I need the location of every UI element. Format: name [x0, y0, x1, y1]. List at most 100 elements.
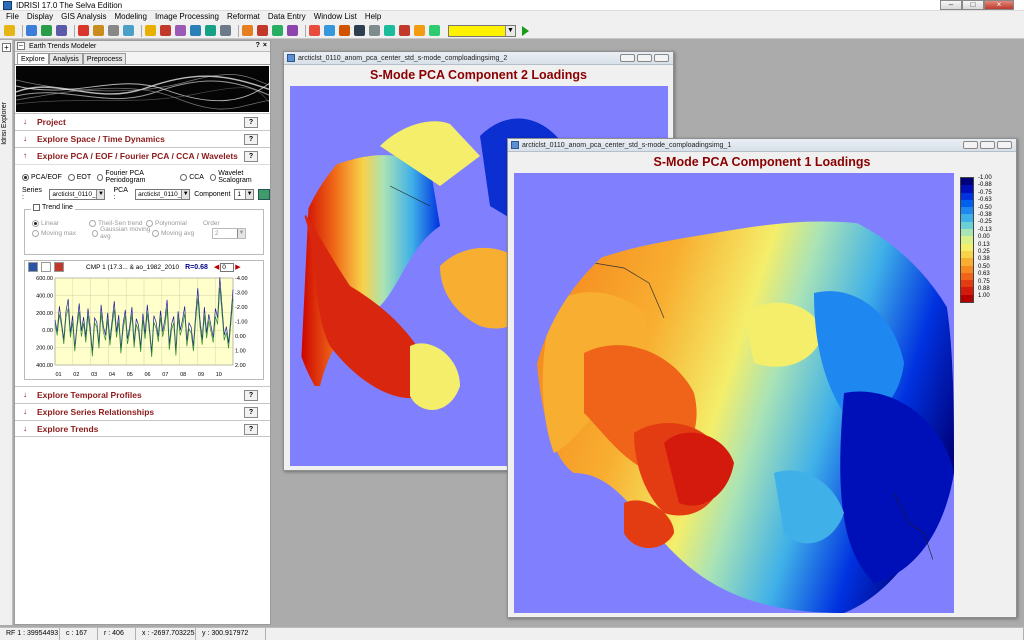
- window-titlebar[interactable]: arcticlst_0110_anom_pca_center_std_s-mod…: [284, 52, 673, 65]
- menu-item-window-list[interactable]: Window List: [310, 11, 361, 23]
- digitize-icon[interactable]: [242, 25, 253, 36]
- radio-wavelet[interactable]: Wavelet Scalogram: [209, 170, 270, 184]
- series-select[interactable]: arcticlst_0110_ano ▼: [49, 188, 106, 200]
- left-arrow-icon[interactable]: ◀: [214, 263, 219, 271]
- section-project[interactable]: ↓ Project ?: [15, 113, 270, 130]
- zoom-in-icon[interactable]: [78, 25, 89, 36]
- minimize-button[interactable]: –: [940, 0, 962, 10]
- navigate-icon[interactable]: [220, 25, 231, 36]
- menu-item-file[interactable]: File: [2, 11, 23, 23]
- overlay-icon[interactable]: [354, 25, 365, 36]
- radio-cca[interactable]: CCA: [180, 173, 204, 181]
- pca-select[interactable]: arcticlst_0110_ano ▼: [135, 188, 191, 200]
- edit-icon[interactable]: [429, 25, 440, 36]
- toolbar-combo[interactable]: ▼: [448, 24, 516, 37]
- tab-explore[interactable]: Explore: [17, 53, 49, 64]
- radio-eot[interactable]: EOT: [67, 173, 91, 181]
- radio-polynomial[interactable]: Polynomial: [146, 219, 203, 227]
- chart-caption: CMP 1 (17.3... & ao_1982_2010: [86, 263, 180, 271]
- run-play-icon[interactable]: [522, 25, 529, 36]
- menu-item-display[interactable]: Display: [23, 11, 57, 23]
- radio-pca-eof[interactable]: PCA/EOF: [22, 173, 62, 181]
- measure-icon[interactable]: [190, 25, 201, 36]
- reclass-icon[interactable]: [339, 25, 350, 36]
- display-icon[interactable]: [26, 25, 37, 36]
- zoom-window-icon[interactable]: [108, 25, 119, 36]
- etm-help-button[interactable]: ?: [256, 42, 260, 49]
- section-series-relationships[interactable]: ↓ Explore Series Relationships ?: [15, 403, 270, 420]
- stretch-icon[interactable]: [324, 25, 335, 36]
- run-icon[interactable]: [258, 188, 270, 200]
- y-right-tick-label: 2.00: [235, 363, 246, 369]
- pan-icon[interactable]: [123, 25, 134, 36]
- idrisi-explorer-tab[interactable]: Idrisi Explorer: [1, 102, 8, 145]
- table-icon[interactable]: [369, 25, 380, 36]
- window-titlebar[interactable]: arcticlst_0110_anom_pca_center_std_s-mod…: [508, 139, 1016, 152]
- radio-fourier-pca[interactable]: Fourier PCA Periodogram: [97, 170, 174, 184]
- radio-moving-max[interactable]: Moving max: [32, 229, 92, 237]
- trend-line-checkbox[interactable]: [33, 204, 40, 211]
- order-select[interactable]: 2 ▼: [212, 227, 246, 239]
- gps-icon[interactable]: [287, 25, 298, 36]
- layer-icon[interactable]: [145, 25, 156, 36]
- save-digitized-icon[interactable]: [272, 25, 283, 36]
- save-chart-icon[interactable]: [28, 262, 38, 272]
- tab-preprocess[interactable]: Preprocess: [82, 53, 127, 64]
- section-temporal[interactable]: ↓ Explore Temporal Profiles ?: [15, 386, 270, 403]
- radio-gaussian[interactable]: Gaussian moving avg: [92, 226, 152, 240]
- close-button[interactable]: [997, 141, 1012, 149]
- chevron-down-icon[interactable]: ▼: [505, 25, 515, 36]
- group-link-icon[interactable]: [175, 25, 186, 36]
- open-icon[interactable]: [4, 25, 15, 36]
- radio-moving-avg[interactable]: Moving avg: [152, 229, 212, 237]
- expand-plus-icon[interactable]: +: [2, 43, 11, 52]
- etm-close-button[interactable]: ×: [263, 42, 267, 49]
- menu-item-modeling[interactable]: Modeling: [110, 11, 150, 23]
- x-tick-label: 09: [198, 372, 204, 378]
- symbol-workshop-icon[interactable]: [56, 25, 67, 36]
- section-pca[interactable]: ↑ Explore PCA / EOF / Fourier PCA / CCA …: [15, 147, 270, 164]
- feature-properties-icon[interactable]: [160, 25, 171, 36]
- macro-icon[interactable]: [414, 25, 425, 36]
- help-button[interactable]: ?: [244, 407, 258, 418]
- maximize-button[interactable]: □: [962, 0, 984, 10]
- close-button[interactable]: [654, 54, 669, 62]
- section-trends[interactable]: ↓ Explore Trends ?: [15, 420, 270, 437]
- help-button[interactable]: ?: [244, 390, 258, 401]
- help-button[interactable]: ?: [244, 117, 258, 128]
- surface-icon[interactable]: [399, 25, 410, 36]
- image-icon: [511, 141, 519, 149]
- composite-icon[interactable]: [41, 25, 52, 36]
- menu-item-reformat[interactable]: Reformat: [223, 11, 264, 23]
- radio-linear[interactable]: Linear: [32, 219, 89, 227]
- right-arrow-icon[interactable]: ▶: [235, 263, 240, 271]
- section-space-time[interactable]: ↓ Explore Space / Time Dynamics ?: [15, 130, 270, 147]
- help-button[interactable]: ?: [244, 424, 258, 435]
- help-button[interactable]: ?: [244, 151, 258, 162]
- trend-line-group: Trend line Linear Theil-Sen trend Polyno…: [24, 204, 264, 255]
- component-select[interactable]: 1 ▼: [234, 188, 255, 200]
- delete-feature-icon[interactable]: [257, 25, 268, 36]
- close-button[interactable]: ×: [984, 0, 1014, 10]
- image-calculator-icon[interactable]: [384, 25, 395, 36]
- histogram-icon[interactable]: [309, 25, 320, 36]
- menu-item-help[interactable]: Help: [361, 11, 385, 23]
- legend-icon[interactable]: [41, 262, 51, 272]
- collapse-minus-icon[interactable]: –: [17, 42, 25, 50]
- zoom-out-icon[interactable]: [93, 25, 104, 36]
- maximize-button[interactable]: [980, 141, 995, 149]
- y-right-tick-label: -3.00: [235, 291, 248, 297]
- tab-analysis[interactable]: Analysis: [48, 53, 83, 64]
- minimize-button[interactable]: [620, 54, 635, 62]
- placemark-icon[interactable]: [205, 25, 216, 36]
- menu-item-data-entry[interactable]: Data Entry: [264, 11, 310, 23]
- menu-item-image-processing[interactable]: Image Processing: [151, 11, 223, 23]
- help-button[interactable]: ?: [244, 134, 258, 145]
- maximize-button[interactable]: [637, 54, 652, 62]
- minimize-button[interactable]: [963, 141, 978, 149]
- refresh-icon[interactable]: [54, 262, 64, 272]
- menu-item-gis-analysis[interactable]: GIS Analysis: [57, 11, 110, 23]
- image-window-component-1[interactable]: arcticlst_0110_anom_pca_center_std_s-mod…: [507, 138, 1017, 618]
- loadings-map[interactable]: [514, 173, 954, 613]
- lag-spinner[interactable]: ◀ 0 ▶: [214, 262, 241, 272]
